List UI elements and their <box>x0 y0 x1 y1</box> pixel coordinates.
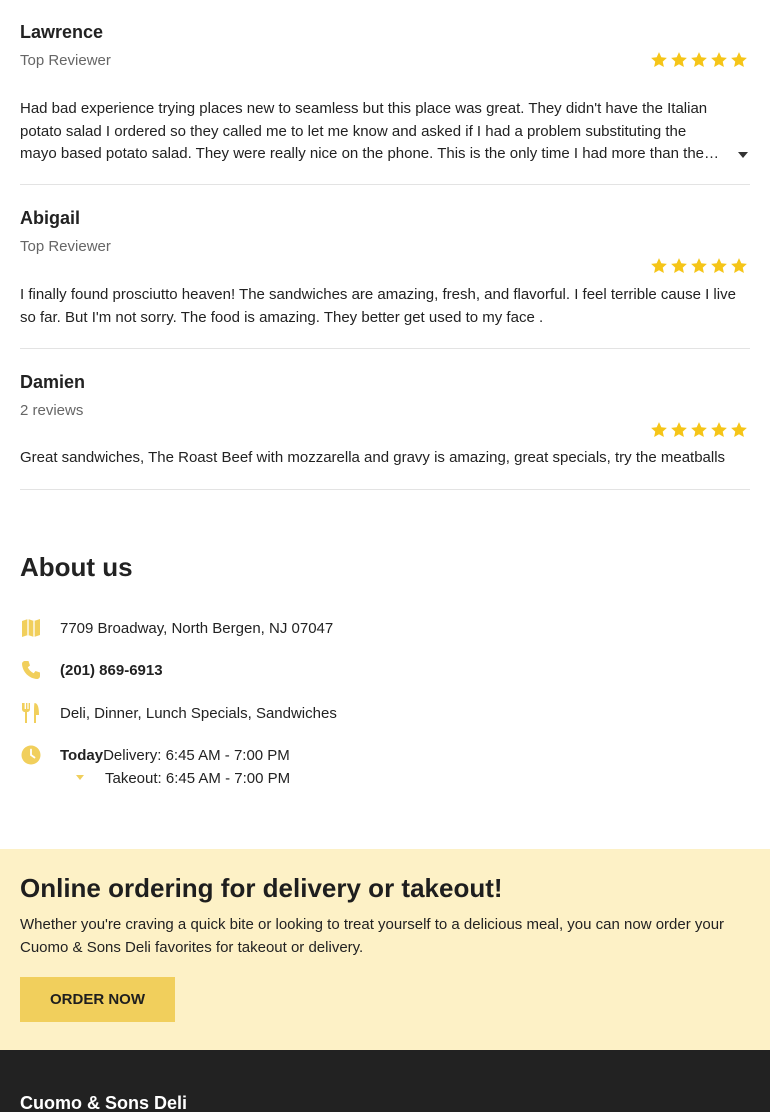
rating-stars <box>650 51 748 69</box>
reviewer-badge: Top Reviewer <box>20 52 111 69</box>
reviewer-name: Damien <box>20 372 86 392</box>
order-title: Online ordering for delivery or takeout! <box>20 873 503 903</box>
reviewer-name: Abigail <box>20 208 81 228</box>
hours-toggle-icon[interactable] <box>76 775 84 780</box>
star-icon <box>671 422 687 438</box>
star-icon <box>691 422 707 438</box>
hours-block: TodayDelivery: 6:45 AM - 7:00 PM Takeout… <box>60 744 290 790</box>
delivery-hours: Delivery: 6:45 AM - 7:00 PM <box>103 747 290 764</box>
reviewer-review-count: 2 reviews <box>20 402 84 419</box>
star-icon <box>731 52 747 68</box>
order-now-button[interactable]: ORDER NOW <box>20 977 175 1022</box>
star-icon <box>731 258 747 274</box>
rating-stars <box>650 257 748 275</box>
footer: Cuomo & Sons Deli <box>0 1050 770 1112</box>
online-ordering-banner: Online ordering for delivery or takeout!… <box>0 849 770 1050</box>
star-icon <box>711 258 727 274</box>
star-icon <box>671 52 687 68</box>
review-card: Lawrence Top Reviewer Had bad experience… <box>20 0 750 185</box>
takeout-hours: Takeout: 6:45 AM - 7:00 PM <box>105 770 291 787</box>
star-icon <box>671 258 687 274</box>
star-icon <box>651 258 667 274</box>
review-card: Abigail Top Reviewer I finally found pro… <box>20 185 750 349</box>
phone-row: (201) 869-6913 <box>20 659 163 681</box>
star-icon <box>691 258 707 274</box>
review-text: I finally found prosciutto heaven! The s… <box>20 286 736 326</box>
rating-stars <box>650 421 748 439</box>
order-description: Whether you're craving a quick bite or l… <box>20 916 725 956</box>
address-text: 7709 Broadway, North Bergen, NJ 07047 <box>60 619 334 637</box>
phone-link[interactable]: (201) 869-6913 <box>60 662 163 679</box>
footer-brand: Cuomo & Sons Deli <box>20 1093 188 1112</box>
review-text: Great sandwiches, The Roast Beef with mo… <box>20 449 726 466</box>
star-icon <box>651 52 667 68</box>
hours-row: TodayDelivery: 6:45 AM - 7:00 PM Takeout… <box>20 744 290 790</box>
star-icon <box>691 52 707 68</box>
phone-icon <box>20 659 42 681</box>
star-icon <box>711 52 727 68</box>
clock-icon <box>20 744 42 766</box>
star-icon <box>711 422 727 438</box>
reviewer-name: Lawrence <box>20 22 104 42</box>
expand-review-icon[interactable] <box>738 152 748 158</box>
map-icon <box>20 617 42 639</box>
hours-today-label: Today <box>60 747 104 764</box>
about-section: About us 7709 Broadway, North Bergen, NJ… <box>0 490 770 849</box>
reviews-list: Lawrence Top Reviewer Had bad experience… <box>0 0 770 490</box>
utensils-icon <box>20 702 42 724</box>
about-title: About us <box>20 552 133 582</box>
review-text: Had bad experience trying places new to … <box>20 100 708 162</box>
reviewer-badge: Top Reviewer <box>20 238 111 255</box>
cuisine-row: Deli, Dinner, Lunch Specials, Sandwiches <box>20 702 337 724</box>
address-row: 7709 Broadway, North Bergen, NJ 07047 <box>20 617 333 639</box>
review-card: Damien 2 reviews Great sandwiches, The R… <box>20 349 750 490</box>
star-icon <box>651 422 667 438</box>
star-icon <box>731 422 747 438</box>
cuisine-text: Deli, Dinner, Lunch Specials, Sandwiches <box>60 704 337 722</box>
